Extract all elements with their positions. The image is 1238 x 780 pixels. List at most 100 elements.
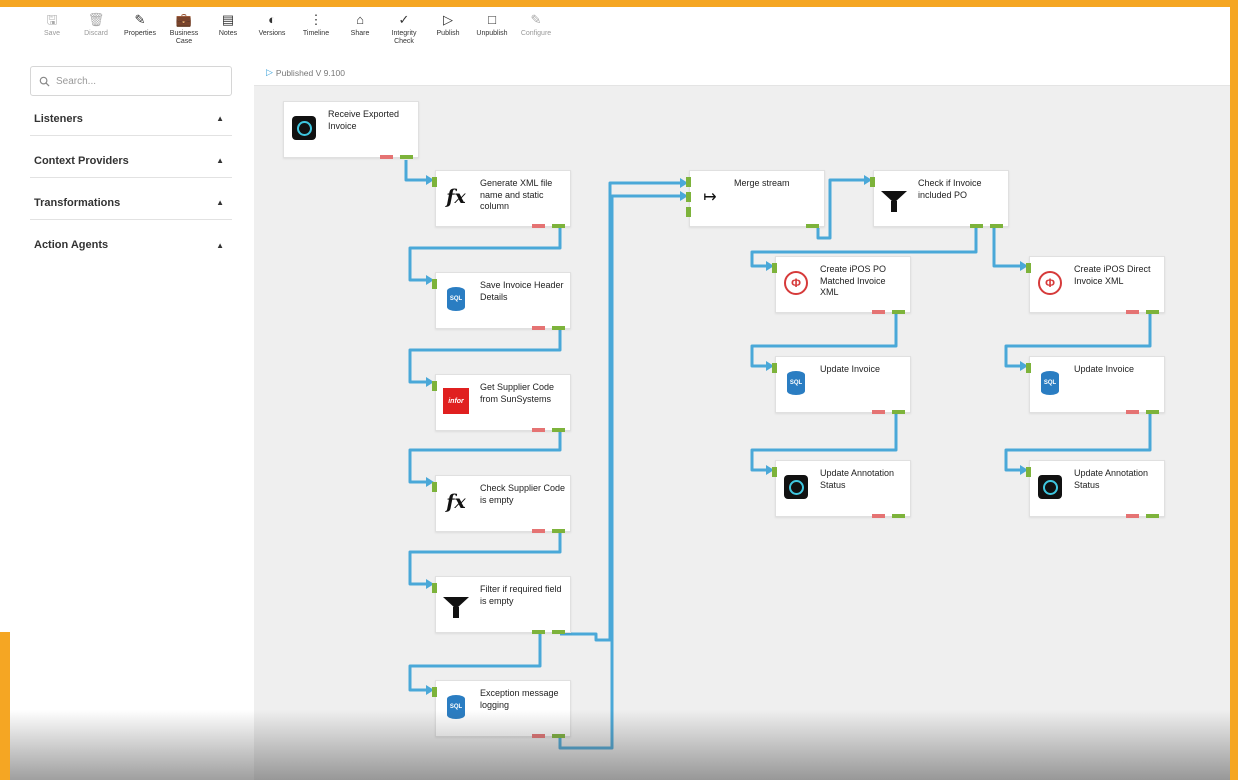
- search-input[interactable]: Search...: [30, 66, 232, 96]
- output-port[interactable]: [1146, 514, 1159, 518]
- error-port[interactable]: [1126, 514, 1139, 518]
- node-generate-xml[interactable]: fx Generate XML file name and static col…: [432, 170, 571, 228]
- node-update-annotation-left[interactable]: Update Annotation Status: [772, 460, 911, 518]
- section-listeners[interactable]: Listeners ▲: [30, 102, 232, 136]
- node-get-supplier-code[interactable]: infor Get Supplier Code from SunSystems: [432, 374, 571, 432]
- output-port[interactable]: [892, 514, 905, 518]
- input-port[interactable]: [1026, 263, 1031, 273]
- node-create-ipos-po-matched[interactable]: Φ Create iPOS PO Matched Invoice XML: [772, 256, 911, 314]
- business-case-button[interactable]: 💼 Business Case: [162, 8, 206, 60]
- play-icon: ▷: [443, 12, 453, 27]
- ipos-icon: Φ: [1037, 270, 1063, 296]
- section-transformations[interactable]: Transformations ▲: [30, 186, 232, 220]
- output-port[interactable]: [552, 734, 565, 738]
- output-port[interactable]: [970, 224, 983, 228]
- output-port[interactable]: [1146, 310, 1159, 314]
- input-port[interactable]: [686, 177, 691, 187]
- node-save-invoice-header[interactable]: SQL Save Invoice Header Details: [432, 272, 571, 330]
- node-update-invoice-right[interactable]: SQL Update Invoice: [1026, 356, 1165, 414]
- notes-label: Notes: [218, 30, 238, 37]
- input-port[interactable]: [772, 363, 777, 373]
- node-label: Check if Invoice included PO: [918, 178, 982, 200]
- sql-icon: SQL: [783, 370, 809, 396]
- node-check-invoice-po[interactable]: Check if Invoice included PO: [870, 170, 1009, 228]
- publish-button[interactable]: ▷ Publish: [426, 8, 470, 60]
- node-filter-required-field[interactable]: Filter if required field is empty: [432, 576, 571, 634]
- input-port[interactable]: [432, 482, 437, 492]
- discard-button[interactable]: 🗑 Discard: [74, 8, 118, 60]
- output-port[interactable]: [552, 326, 565, 330]
- caret-up-icon: ▲: [216, 240, 224, 250]
- input-port[interactable]: [772, 263, 777, 273]
- node-label: Filter if required field is empty: [480, 584, 562, 606]
- input-port[interactable]: [432, 687, 437, 697]
- input-port[interactable]: [1026, 363, 1031, 373]
- input-port[interactable]: [686, 192, 691, 202]
- input-port[interactable]: [432, 177, 437, 187]
- trash-icon: 🗑: [87, 12, 105, 27]
- versions-button[interactable]: ◐ Versions: [250, 8, 294, 60]
- share-label: Share: [350, 30, 370, 37]
- error-port[interactable]: [532, 326, 545, 330]
- search-icon: [39, 76, 50, 87]
- fx-icon: fx: [446, 491, 466, 513]
- save-button[interactable]: 🖫 Save: [30, 8, 74, 60]
- output-port[interactable]: [892, 410, 905, 414]
- properties-button[interactable]: ✎ Properties: [118, 8, 162, 60]
- error-port[interactable]: [380, 155, 393, 159]
- error-port[interactable]: [532, 529, 545, 533]
- error-port[interactable]: [872, 310, 885, 314]
- node-exception-logging[interactable]: SQL Exception message logging: [432, 680, 571, 738]
- output-port[interactable]: [552, 428, 565, 432]
- input-port[interactable]: [686, 207, 691, 217]
- input-port[interactable]: [432, 279, 437, 289]
- output-port[interactable]: [892, 310, 905, 314]
- input-port[interactable]: [432, 583, 437, 593]
- pencil-icon: ✎: [530, 12, 542, 27]
- output-port[interactable]: [532, 630, 545, 634]
- unpublish-button[interactable]: □ Unpublish: [470, 8, 514, 60]
- output-port[interactable]: [400, 155, 413, 159]
- output-port[interactable]: [806, 224, 819, 228]
- error-port[interactable]: [1126, 310, 1139, 314]
- section-label: Listeners: [34, 112, 83, 125]
- error-port[interactable]: [532, 734, 545, 738]
- error-port[interactable]: [872, 410, 885, 414]
- input-port[interactable]: [1026, 467, 1031, 477]
- integrity-check-label: Integrity Check: [391, 30, 417, 45]
- sql-icon: SQL: [443, 694, 469, 720]
- section-action-agents[interactable]: Action Agents ▲: [30, 228, 232, 262]
- node-merge-stream[interactable]: ↦ Merge stream: [686, 170, 825, 228]
- share-button[interactable]: ⌂ Share: [338, 8, 382, 60]
- timeline-button[interactable]: ⋮ Timeline: [294, 8, 338, 60]
- node-create-ipos-direct[interactable]: Φ Create iPOS Direct Invoice XML: [1026, 256, 1165, 314]
- node-update-annotation-right[interactable]: Update Annotation Status: [1026, 460, 1165, 518]
- section-context-providers[interactable]: Context Providers ▲: [30, 144, 232, 178]
- output-port[interactable]: [1146, 410, 1159, 414]
- properties-label: Properties: [124, 30, 156, 37]
- published-play-icon: ▷: [266, 67, 273, 77]
- node-update-invoice-left[interactable]: SQL Update Invoice: [772, 356, 911, 414]
- node-check-supplier-code[interactable]: fx Check Supplier Code is empty: [432, 475, 571, 533]
- versions-label: Versions: [258, 30, 286, 37]
- output-port[interactable]: [990, 224, 1003, 228]
- listener-icon: [783, 474, 809, 500]
- input-port[interactable]: [432, 381, 437, 391]
- sql-icon: SQL: [443, 286, 469, 312]
- error-port[interactable]: [532, 428, 545, 432]
- node-receive-exported-invoice[interactable]: Receive Exported Invoice: [283, 101, 419, 159]
- input-port[interactable]: [870, 177, 875, 187]
- output-port[interactable]: [552, 630, 565, 634]
- node-label: Receive Exported Invoice: [328, 109, 400, 131]
- listener-icon: [1037, 474, 1063, 500]
- error-port[interactable]: [872, 514, 885, 518]
- output-port[interactable]: [552, 529, 565, 533]
- sql-icon: SQL: [1037, 370, 1063, 396]
- error-port[interactable]: [532, 224, 545, 228]
- input-port[interactable]: [772, 467, 777, 477]
- output-port[interactable]: [552, 224, 565, 228]
- integrity-check-button[interactable]: ✓ Integrity Check: [382, 8, 426, 60]
- error-port[interactable]: [1126, 410, 1139, 414]
- configure-button[interactable]: ✎ Configure: [514, 8, 558, 60]
- notes-button[interactable]: ▤ Notes: [206, 8, 250, 60]
